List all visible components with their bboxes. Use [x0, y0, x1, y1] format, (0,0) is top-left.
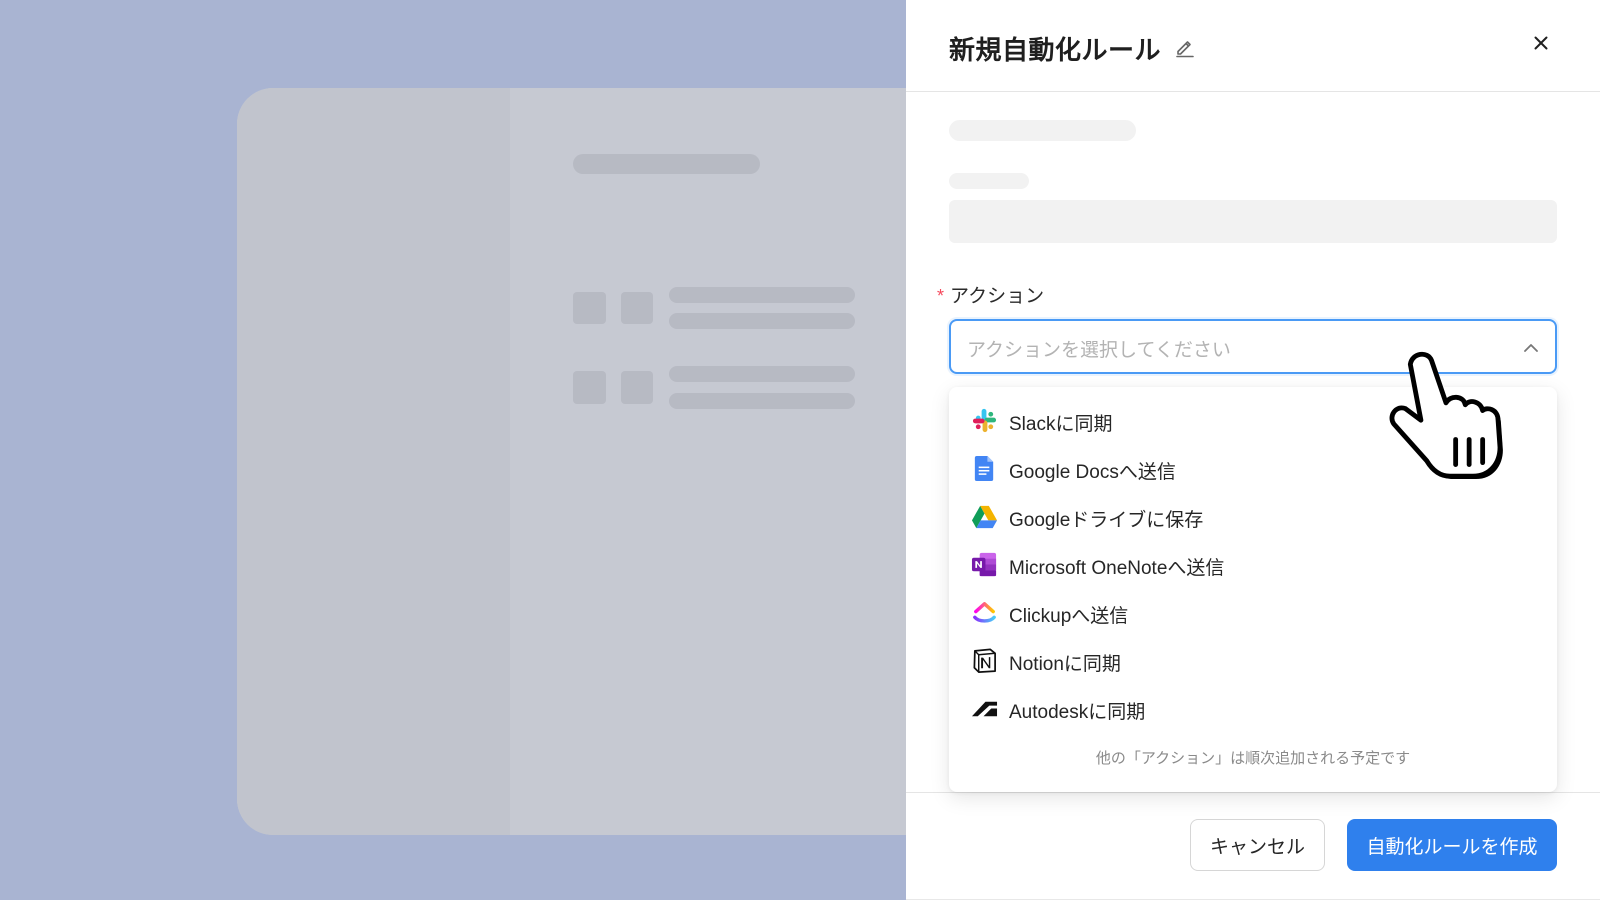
option-label: Autodeskに同期 — [1009, 702, 1146, 723]
background-skeleton-line — [669, 287, 855, 303]
close-icon[interactable] — [1528, 30, 1554, 56]
background-skeleton-square — [621, 371, 653, 404]
action-field-label: * アクション — [937, 281, 1044, 308]
option-label: Notionに同期 — [1009, 654, 1121, 675]
skeleton-placeholder — [949, 120, 1136, 141]
background-skeleton-line — [669, 313, 855, 329]
background-skeleton-line — [669, 366, 855, 382]
notion-icon — [973, 648, 996, 673]
option-label: Googleドライブに保存 — [1009, 510, 1204, 531]
clickup-icon — [973, 602, 996, 623]
option-label: Clickupへ送信 — [1009, 606, 1129, 627]
pencil-icon[interactable] — [1174, 36, 1196, 58]
option-label: Slackに同期 — [1009, 414, 1113, 435]
drawer-title: 新規自動化ルール — [949, 35, 1162, 65]
background-sidebar — [237, 88, 510, 835]
option-notion[interactable]: Notionに同期 — [949, 638, 1557, 682]
cancel-button[interactable]: キャンセル — [1190, 819, 1325, 871]
action-label-text: アクション — [950, 286, 1045, 307]
footer-divider — [906, 792, 1600, 793]
background-skeleton-square — [573, 292, 606, 324]
dropdown-note: 他の「アクション」は順次追加される予定です — [1095, 750, 1411, 767]
option-label: Google Docsへ送信 — [1009, 462, 1176, 483]
background-app-card — [237, 88, 997, 835]
background-skeleton-title — [573, 154, 760, 174]
required-mark: * — [937, 286, 945, 306]
option-label: Microsoft OneNoteへ送信 — [1009, 558, 1225, 579]
background-skeleton-square — [621, 292, 653, 324]
option-onenote[interactable]: Microsoft OneNoteへ送信 — [949, 542, 1557, 586]
background-skeleton-line — [669, 393, 855, 409]
option-clickup[interactable]: Clickupへ送信 — [949, 590, 1557, 634]
background-skeleton-square — [573, 371, 606, 404]
create-rule-button[interactable]: 自動化ルールを作成 — [1347, 819, 1557, 871]
autodesk-icon — [971, 701, 998, 717]
skeleton-placeholder — [949, 173, 1029, 189]
option-google-drive[interactable]: Googleドライブに保存 — [949, 494, 1557, 538]
skeleton-input-placeholder — [949, 200, 1557, 243]
onenote-icon — [971, 552, 997, 577]
chevron-up-icon — [1524, 344, 1538, 352]
pointing-hand-cursor-icon — [1389, 351, 1503, 480]
slack-icon — [972, 408, 997, 433]
drawer-header: 新規自動化ルール — [906, 0, 1600, 92]
option-autodesk[interactable]: Autodeskに同期 — [949, 686, 1557, 730]
google-docs-icon — [974, 455, 994, 482]
google-drive-icon — [971, 505, 998, 529]
action-select-placeholder: アクションを選択してください — [967, 340, 1231, 361]
